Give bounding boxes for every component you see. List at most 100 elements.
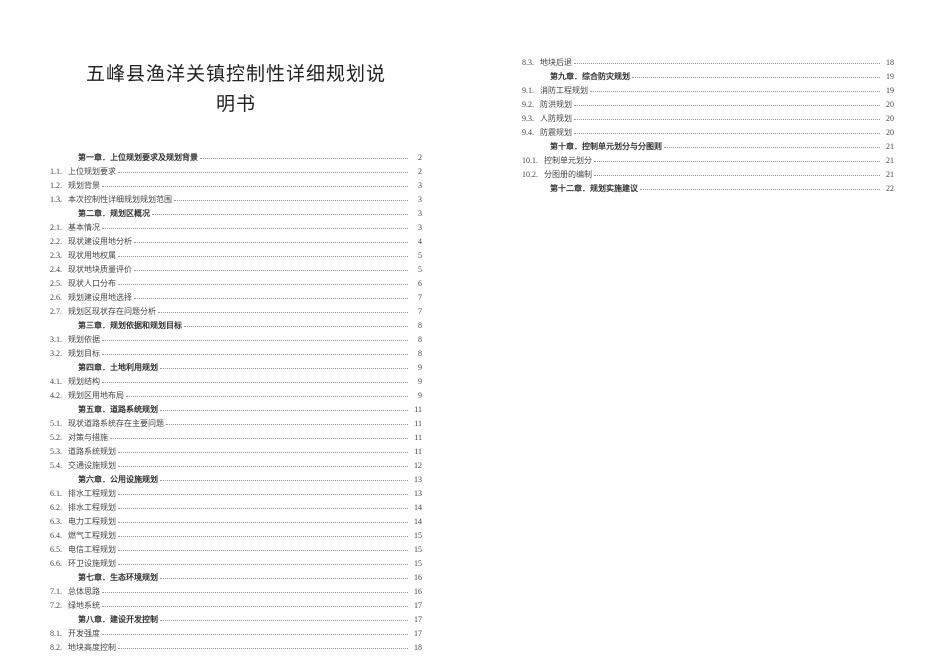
toc-entry-page: 16 [410,585,422,599]
toc-entry-page: 15 [410,529,422,543]
toc-entry-label: 第二章．规划区概况 [78,207,150,221]
toc-entry-page: 14 [410,515,422,529]
toc-leader-dots [160,577,408,579]
toc-entry-label: 现状用地权属 [68,249,116,263]
toc-entry-page: 22 [882,182,894,196]
toc-entry-label: 上位规划要求 [68,165,116,179]
toc-entry-label: 防洪规划 [540,98,572,112]
toc-leader-dots [118,493,408,495]
toc-entry-label: 第六章．公用设施规划 [78,473,158,487]
toc-entry-number: 5.2. [50,431,62,445]
left-page: 五峰县渔洋关镇控制性详细规划说明书 第一章．上位规划要求及规划背景21.1.上位… [0,0,472,668]
toc-entry-page: 20 [882,126,894,140]
toc-entry-page: 3 [410,179,422,193]
toc-entry-page: 17 [410,627,422,641]
toc-leader-dots [200,157,408,159]
toc-entry-number: 6.6. [50,557,62,571]
toc-leader-dots [102,339,408,341]
toc-leader-dots [118,647,408,649]
toc-leader-dots [102,381,408,383]
toc-entry: 第八章．建设开发控制17 [50,613,422,627]
toc-leader-dots [118,521,408,523]
toc-entry-number: 2.3. [50,249,62,263]
toc-entry-number: 9.3. [522,112,534,126]
toc-entry-number: 2.6. [50,291,62,305]
toc-entry: 第一章．上位规划要求及规划背景2 [50,151,422,165]
toc-entry: 2.1.基本情况3 [50,221,422,235]
toc-entry-label: 分图册的编制 [544,168,592,182]
toc-entry: 第三章．规划依据和规划目标8 [50,319,422,333]
document-title: 五峰县渔洋关镇控制性详细规划说明书 [80,60,392,121]
toc-entry-page: 11 [410,445,422,459]
toc-entry-label: 绿地系统 [68,599,100,613]
toc-entry-number: 5.1. [50,417,62,431]
toc-entry-label: 现状道路系统存在主要问题 [68,417,164,431]
toc-entry: 5.3.道路系统规划11 [50,445,422,459]
toc-entry-number: 9.4. [522,126,534,140]
toc-entry-label: 第九章．综合防灾规划 [550,70,630,84]
toc-entry-label: 总体思路 [68,585,100,599]
toc-entry-page: 7 [410,305,422,319]
toc-entry-number: 5.4. [50,459,62,473]
toc-entry-number: 2.2. [50,235,62,249]
toc-entry-number: 6.2. [50,501,62,515]
toc-leader-dots [102,353,408,355]
toc-leader-dots [590,90,880,92]
toc-entry-label: 第一章．上位规划要求及规划背景 [78,151,198,165]
toc-entry: 2.7.规划区现状存在问题分析7 [50,305,422,319]
toc-entry: 5.2.对策与措施11 [50,431,422,445]
toc-entry: 10.2.分图册的编制21 [522,168,894,182]
toc-entry: 8.1.开发强度17 [50,627,422,641]
toc-entry-page: 3 [410,221,422,235]
toc-entry-label: 控制单元划分 [544,154,592,168]
toc-leader-dots [574,62,880,64]
toc-entry-number: 2.1. [50,221,62,235]
toc-entry: 2.3.现状用地权属5 [50,249,422,263]
toc-entry-label: 第三章．规划依据和规划目标 [78,319,182,333]
toc-entry-label: 规划依据 [68,333,100,347]
toc-entry-label: 现状地块质量评价 [68,263,132,277]
toc-leader-dots [118,171,408,173]
toc-entry-label: 规划结构 [68,375,100,389]
toc-leader-dots [632,76,880,78]
toc-entry: 6.3.电力工程规划14 [50,515,422,529]
toc-entry-label: 排水工程规划 [68,487,116,501]
toc-leader-dots [118,451,408,453]
toc-entry: 5.4.交通设施规划12 [50,459,422,473]
toc-leader-dots [184,325,408,327]
toc-entry-number: 3.1. [50,333,62,347]
toc-leader-dots [126,395,408,397]
toc-entry-page: 20 [882,98,894,112]
toc-entry-page: 18 [882,56,894,70]
toc-entry: 1.3.本次控制性详细规划规划范围3 [50,193,422,207]
toc-entry-label: 消防工程规划 [540,84,588,98]
toc-leader-dots [664,146,880,148]
toc-leader-dots [594,174,880,176]
toc-entry-label: 电信工程规划 [68,543,116,557]
toc-entry: 1.1.上位规划要求2 [50,165,422,179]
toc-entry-page: 13 [410,473,422,487]
toc-leader-dots [174,199,408,201]
toc-entry-label: 规划区现状存在问题分析 [68,305,156,319]
toc-entry-number: 6.4. [50,529,62,543]
toc-entry: 4.1.规划结构9 [50,375,422,389]
toc-entry-label: 规划目标 [68,347,100,361]
toc-entry: 第四章．土地利用规划9 [50,361,422,375]
toc-entry-page: 7 [410,291,422,305]
toc-entry: 7.2.绿地系统17 [50,599,422,613]
toc-entry-number: 6.1. [50,487,62,501]
toc-entry-number: 5.3. [50,445,62,459]
toc-entry: 第九章．综合防灾规划19 [522,70,894,84]
toc-entry-number: 10.1. [522,154,538,168]
toc-entry: 2.6.规划建设用地选择7 [50,291,422,305]
toc-entry: 第七章．生态环境规划16 [50,571,422,585]
toc-leader-dots [152,213,408,215]
toc-entry-number: 9.2. [522,98,534,112]
toc-entry-number: 7.2. [50,599,62,613]
toc-right-column: 8.3.地块后退18第九章．综合防灾规划199.1.消防工程规划199.2.防洪… [522,56,894,196]
toc-entry: 6.4.燃气工程规划15 [50,529,422,543]
toc-leader-dots [160,409,408,411]
toc-leader-dots [118,255,408,257]
toc-entry-page: 11 [410,403,422,417]
toc-entry-number: 10.2. [522,168,538,182]
